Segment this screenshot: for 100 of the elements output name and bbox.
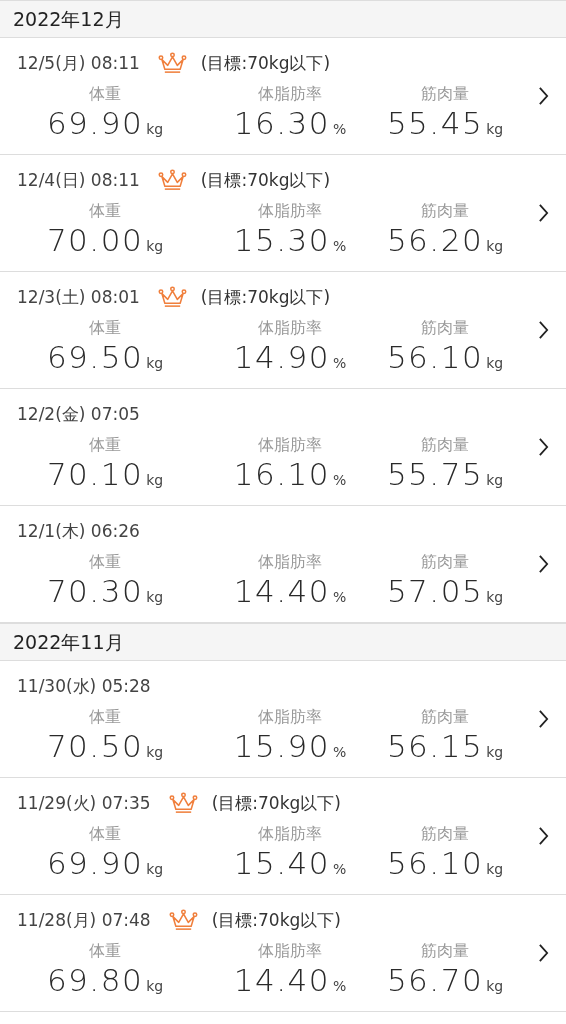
metric-value: 70.00 — [46, 221, 144, 259]
metric-unit: % — [332, 471, 347, 490]
metric-value: 14.40 — [233, 572, 330, 610]
metric-value: 55.45 — [386, 104, 484, 142]
month-header: 2022年11月 — [0, 623, 566, 661]
date-time: 12/5(月) 08:11 — [17, 51, 140, 75]
metric-unit: % — [332, 588, 347, 607]
metric-label: 筋肉量 — [421, 435, 469, 455]
record-row[interactable]: 11/28(月) 07:48 (目標:70kg以下) 体重 69.80 kg 体脂肪率 14.40% 筋肉量 56.70 kg — [0, 895, 566, 1012]
metric-value: 69.80 — [46, 961, 144, 999]
metric-value: 69.90 — [46, 844, 144, 882]
metric-unit: kg — [486, 354, 504, 373]
metric-unit: kg — [146, 237, 164, 256]
chevron-right-icon[interactable] — [537, 709, 549, 729]
chevron-right-icon[interactable] — [537, 554, 549, 574]
chevron-right-icon[interactable] — [537, 203, 549, 223]
metric-label: 体脂肪率 — [258, 435, 322, 455]
chevron-right-icon[interactable] — [537, 826, 549, 846]
month-header: 2022年12月 — [0, 0, 566, 38]
metric-value: 16.30 — [233, 104, 330, 142]
goal-text: (目標:70kg以下) — [200, 51, 331, 75]
metric-label: 体重 — [89, 824, 121, 844]
date-time: 11/30(水) 05:28 — [17, 674, 151, 698]
metric-value: 70.50 — [46, 727, 144, 765]
metric-value: 55.75 — [386, 455, 484, 493]
metric-value: 56.70 — [386, 961, 484, 999]
metric-value: 69.90 — [46, 104, 144, 142]
metric-unit: % — [332, 237, 347, 256]
metric-label: 体重 — [89, 707, 121, 727]
metric-unit: kg — [486, 120, 504, 139]
date-time: 11/28(月) 07:48 — [17, 908, 151, 932]
goal-text: (目標:70kg以下) — [200, 285, 331, 309]
record-row[interactable]: 12/3(土) 08:01 (目標:70kg以下) 体重 69.50 kg 体脂肪率 14.90% 筋肉量 56.10 kg — [0, 272, 566, 389]
metric-value: 14.90 — [233, 338, 330, 376]
chevron-right-icon[interactable] — [537, 320, 549, 340]
metric-unit: kg — [146, 860, 164, 879]
record-row[interactable]: 11/29(火) 07:35 (目標:70kg以下) 体重 69.90 kg 体脂肪率 15.40% 筋肉量 56.10 kg — [0, 778, 566, 895]
record-row[interactable]: 12/5(月) 08:11 (目標:70kg以下) 体重 69.90 kg 体脂肪率 16.30% 筋肉量 55.45 kg — [0, 38, 566, 155]
metric-label: 体脂肪率 — [258, 941, 322, 961]
metric-label: 体脂肪率 — [258, 201, 322, 221]
date-time: 12/3(土) 08:01 — [17, 285, 140, 309]
metric-unit: kg — [146, 120, 164, 139]
metric-unit: kg — [486, 471, 504, 490]
metric-unit: % — [332, 743, 347, 762]
metric-label: 筋肉量 — [421, 552, 469, 572]
metric-label: 体重 — [89, 84, 121, 104]
metric-value: 56.15 — [386, 727, 484, 765]
date-time: 11/29(火) 07:35 — [17, 791, 151, 815]
metric-unit: kg — [146, 977, 164, 996]
metric-label: 筋肉量 — [421, 941, 469, 961]
metric-value: 16.10 — [233, 455, 330, 493]
metric-value: 70.30 — [46, 572, 144, 610]
metric-unit: kg — [486, 977, 504, 996]
metric-label: 体脂肪率 — [258, 552, 322, 572]
metric-value: 70.10 — [46, 455, 144, 493]
record-row[interactable]: 11/30(水) 05:28 体重 70.50 kg 体脂肪率 15.90% 筋肉量 56.15 kg — [0, 661, 566, 778]
metric-unit: % — [332, 354, 347, 373]
metric-value: 56.10 — [386, 338, 484, 376]
chevron-right-icon[interactable] — [537, 943, 549, 963]
metric-unit: kg — [486, 743, 504, 762]
metric-unit: kg — [486, 860, 504, 879]
metric-label: 体脂肪率 — [258, 707, 322, 727]
metric-label: 筋肉量 — [421, 84, 469, 104]
metric-unit: kg — [486, 237, 504, 256]
goal-text: (目標:70kg以下) — [200, 168, 331, 192]
metric-label: 体脂肪率 — [258, 824, 322, 844]
metric-unit: kg — [146, 471, 164, 490]
metric-unit: kg — [146, 743, 164, 762]
goal-text: (目標:70kg以下) — [211, 791, 341, 815]
metric-label: 筋肉量 — [421, 707, 469, 727]
metric-label: 体脂肪率 — [258, 318, 322, 338]
metric-value: 15.90 — [233, 727, 330, 765]
date-time: 12/1(木) 06:26 — [17, 519, 140, 543]
metric-value: 15.30 — [233, 221, 330, 259]
metric-label: 筋肉量 — [421, 824, 469, 844]
metric-label: 筋肉量 — [421, 318, 469, 338]
metric-label: 体重 — [89, 552, 121, 572]
chevron-right-icon[interactable] — [537, 86, 549, 106]
metric-unit: % — [332, 120, 347, 139]
record-row[interactable]: 12/2(金) 07:05 体重 70.10 kg 体脂肪率 16.10% 筋肉量 55.75 kg — [0, 389, 566, 506]
metric-value: 14.40 — [233, 961, 330, 999]
record-row[interactable]: 12/4(日) 08:11 (目標:70kg以下) 体重 70.00 kg 体脂肪率 15.30% 筋肉量 56.20 kg — [0, 155, 566, 272]
metric-value: 56.10 — [386, 844, 484, 882]
chevron-right-icon[interactable] — [537, 437, 549, 457]
metric-label: 体重 — [89, 318, 121, 338]
metric-label: 体重 — [89, 201, 121, 221]
date-time: 12/2(金) 07:05 — [17, 402, 140, 426]
metric-unit: % — [332, 860, 347, 879]
metric-unit: % — [332, 977, 347, 996]
metric-unit: kg — [486, 588, 504, 607]
metric-unit: kg — [146, 588, 164, 607]
goal-text: (目標:70kg以下) — [211, 908, 341, 932]
metric-value: 56.20 — [386, 221, 484, 259]
date-time: 12/4(日) 08:11 — [17, 168, 140, 192]
metric-label: 筋肉量 — [421, 201, 469, 221]
metric-value: 69.50 — [46, 338, 144, 376]
metric-label: 体脂肪率 — [258, 84, 322, 104]
metric-label: 体重 — [89, 435, 121, 455]
metric-value: 15.40 — [233, 844, 330, 882]
metric-label: 体重 — [89, 941, 121, 961]
